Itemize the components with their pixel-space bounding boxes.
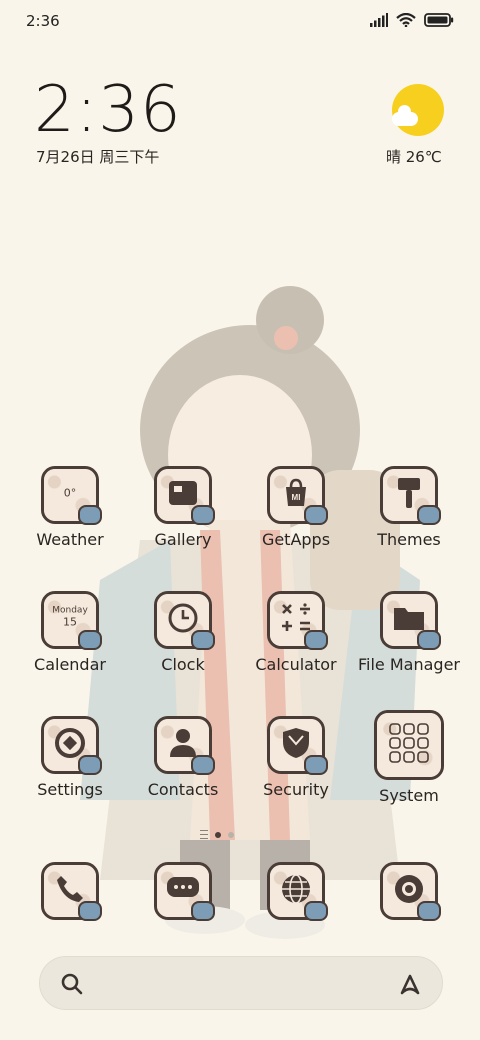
dock-messages[interactable] bbox=[131, 862, 235, 921]
signal-icon bbox=[370, 13, 388, 27]
theme-badge-icon bbox=[78, 755, 102, 775]
app-file-manager[interactable]: File Manager bbox=[357, 591, 461, 674]
theme-badge-icon bbox=[191, 755, 215, 775]
theme-badge-icon bbox=[191, 630, 215, 650]
page-dot-1 bbox=[215, 831, 221, 838]
app-gallery[interactable]: Gallery bbox=[131, 466, 235, 549]
app-label: Gallery bbox=[154, 530, 212, 549]
app-icon-frame: Monday 15 bbox=[41, 591, 102, 650]
dock-camera[interactable] bbox=[357, 862, 461, 921]
app-label: Weather bbox=[36, 530, 104, 549]
theme-badge-icon bbox=[417, 505, 441, 525]
system-folder-icon bbox=[386, 720, 432, 770]
weather-summary: 晴 26℃ bbox=[386, 148, 442, 166]
theme-badge-icon bbox=[304, 630, 328, 650]
theme-badge-icon bbox=[191, 901, 215, 921]
app-getapps[interactable]: MI GetApps bbox=[244, 466, 348, 549]
app-label: GetApps bbox=[261, 530, 331, 549]
wifi-icon bbox=[396, 13, 416, 27]
app-contacts[interactable]: Contacts bbox=[131, 716, 235, 799]
app-label: Settings bbox=[37, 780, 103, 799]
theme-badge-icon bbox=[78, 901, 102, 921]
calendar-icon: Monday 15 bbox=[52, 605, 88, 629]
svg-text:MI: MI bbox=[292, 493, 301, 502]
app-icon-frame bbox=[154, 862, 215, 921]
assistant-icon[interactable] bbox=[396, 970, 424, 998]
theme-badge-icon bbox=[417, 901, 441, 921]
theme-badge-icon bbox=[304, 755, 328, 775]
theme-badge-icon bbox=[304, 901, 328, 921]
status-time: 2:36 bbox=[26, 12, 60, 30]
app-label: File Manager bbox=[358, 655, 460, 674]
app-icon-frame bbox=[380, 862, 441, 921]
app-icon-frame bbox=[380, 466, 441, 525]
battery-icon bbox=[424, 13, 454, 27]
search-icon[interactable] bbox=[60, 972, 84, 996]
theme-badge-icon bbox=[78, 505, 102, 525]
app-clock[interactable]: Clock bbox=[131, 591, 235, 674]
app-icon-frame bbox=[41, 716, 102, 775]
app-system[interactable]: System bbox=[357, 710, 461, 805]
app-label: System bbox=[379, 786, 439, 805]
status-icons bbox=[370, 13, 454, 27]
app-icon-frame bbox=[267, 716, 328, 775]
app-calculator[interactable]: Calculator bbox=[244, 591, 348, 674]
theme-badge-icon bbox=[417, 630, 441, 650]
page-indicator-menu-icon bbox=[200, 830, 208, 839]
clock-widget-time[interactable]: 2:36 bbox=[34, 78, 182, 142]
app-icon-frame bbox=[267, 862, 328, 921]
app-icon-frame: 0° bbox=[41, 466, 102, 525]
app-label: Calendar bbox=[34, 655, 106, 674]
page-dot-2 bbox=[228, 831, 234, 838]
app-icon-frame bbox=[267, 591, 328, 650]
weather-icon: 0° bbox=[63, 486, 77, 500]
app-icon-frame bbox=[41, 862, 102, 921]
app-label: Clock bbox=[161, 655, 205, 674]
app-icon-frame bbox=[154, 591, 215, 650]
app-themes[interactable]: Themes bbox=[357, 466, 461, 549]
app-label: Themes bbox=[377, 530, 441, 549]
cloud-shape bbox=[392, 105, 418, 126]
app-icon-frame bbox=[154, 716, 215, 775]
theme-badge-icon bbox=[304, 505, 328, 525]
app-icon-frame: MI bbox=[267, 466, 328, 525]
app-icon-frame bbox=[154, 466, 215, 525]
app-icon-frame bbox=[380, 591, 441, 650]
status-bar: 2:36 bbox=[0, 0, 480, 40]
app-icon-frame bbox=[374, 710, 444, 780]
search-bar[interactable] bbox=[39, 956, 443, 1010]
theme-badge-icon bbox=[78, 630, 102, 650]
app-label: Contacts bbox=[147, 780, 219, 799]
app-security[interactable]: Security bbox=[244, 716, 348, 799]
app-label: Security bbox=[263, 780, 329, 799]
page-indicator[interactable] bbox=[200, 830, 234, 839]
app-calendar[interactable]: Monday 15 Calendar bbox=[18, 591, 122, 674]
dock-browser[interactable] bbox=[244, 862, 348, 921]
app-label: Calculator bbox=[255, 655, 337, 674]
clock-widget-date: 7月26日 周三下午 bbox=[36, 148, 160, 166]
theme-badge-icon bbox=[191, 505, 215, 525]
dock-phone[interactable] bbox=[18, 862, 122, 921]
app-settings[interactable]: Settings bbox=[18, 716, 122, 799]
app-weather[interactable]: 0° Weather bbox=[18, 466, 122, 549]
